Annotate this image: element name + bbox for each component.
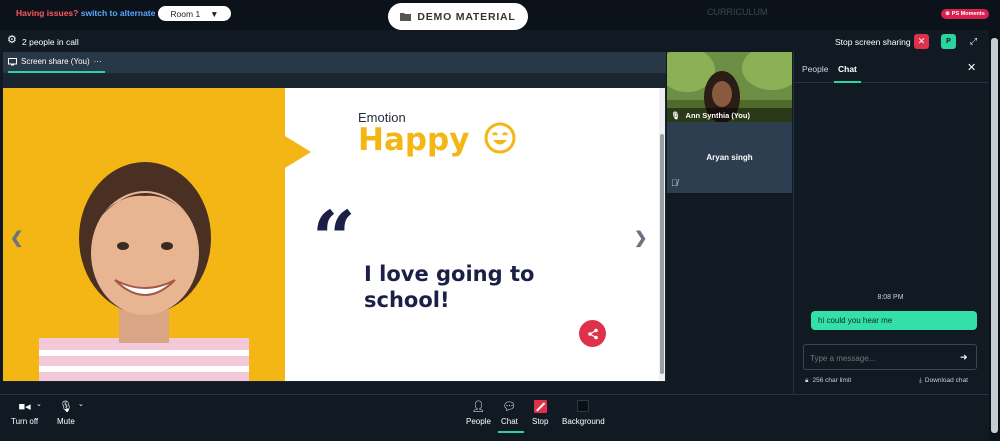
issues-text: Having issues?	[16, 8, 79, 18]
screen-icon	[8, 57, 17, 65]
background-icon	[577, 400, 590, 412]
chat-button[interactable]: 💬︎ Chat	[501, 400, 518, 426]
participant-label-self: 🎙 Ann Synthia (You)	[667, 108, 792, 122]
download-icon: ⤓	[919, 377, 922, 384]
camera-toggle-label: Turn off	[11, 417, 39, 426]
download-chat-button[interactable]: ⤓ Download chat	[919, 377, 968, 385]
camera-options-chevron-icon[interactable]: ⌄	[36, 400, 42, 408]
screen-share-tabbar: Screen share (You) ···	[3, 52, 666, 73]
share-icon	[587, 328, 598, 339]
chat-message: hi could you hear me	[811, 311, 977, 330]
stop-share-button[interactable]: Stop	[532, 400, 548, 426]
previous-slide-icon[interactable]: ❮	[10, 228, 23, 248]
room-select-value: Room 1	[170, 8, 201, 19]
folder-icon	[400, 13, 412, 21]
participants-column	[667, 193, 792, 382]
quote-text: I love going to school!	[364, 262, 535, 312]
chat-active-indicator	[498, 431, 524, 433]
camera-toggle-button[interactable]: ■◂ Turn off	[11, 400, 38, 426]
close-icon[interactable]: ✕	[967, 61, 976, 74]
ps-moments-label: PS Moments	[951, 11, 985, 17]
participant-badge[interactable]: P	[941, 34, 956, 49]
chat-bubble-icon: 💬︎	[502, 401, 517, 413]
gear-icon[interactable]: ⚙	[7, 35, 18, 46]
controls-bar	[0, 394, 989, 441]
stop-share-icon	[533, 400, 547, 413]
lock-icon: 🔒︎	[805, 377, 809, 384]
message-input[interactable]	[810, 351, 950, 365]
plus-icon: ⊕	[945, 11, 950, 17]
close-icon: ✕	[917, 36, 926, 46]
tab-people[interactable]: People	[802, 64, 828, 74]
background-label: Background	[562, 417, 605, 426]
curriculum-label: CURRICULUM	[707, 7, 768, 17]
person-icon: 👤︎	[471, 401, 486, 413]
demo-material-button[interactable]: DEMO MATERIAL	[388, 3, 528, 30]
tab-chat[interactable]: Chat	[838, 64, 857, 74]
background-button[interactable]: Background	[562, 400, 605, 426]
participant-name-self: Ann Synthia (You)	[685, 110, 750, 120]
mute-label: Mute	[57, 417, 75, 426]
next-slide-icon[interactable]: ❯	[634, 228, 647, 248]
slide-photo-panel	[3, 88, 285, 381]
tab-chat-underline	[834, 81, 861, 83]
demo-material-label: DEMO MATERIAL	[417, 10, 516, 23]
chat-side-panel	[793, 52, 988, 394]
char-limit: 🔒︎ 256 char limit	[805, 377, 851, 385]
stop-sharing-button[interactable]: ✕	[914, 34, 929, 49]
microphone-icon: 🎙	[58, 401, 73, 413]
message-box[interactable]	[803, 344, 977, 370]
mute-button[interactable]: 🎙 Mute	[57, 400, 75, 426]
child-photo	[39, 162, 249, 381]
room-select[interactable]: Room 1 ▼	[158, 6, 231, 21]
quote-mark: “	[312, 194, 356, 283]
screen-share-tab-label: Screen share (You)	[21, 57, 90, 66]
issues-notice: Having issues? switch to alternate room	[16, 8, 179, 18]
participant-tile-aryan: Aryan singh 🎙̸	[667, 122, 792, 193]
smiley-icon	[484, 122, 516, 154]
mic-icon: 🎙	[671, 110, 681, 120]
char-limit-text: 256 char limit	[812, 377, 852, 384]
expand-icon[interactable]: ⤢	[966, 34, 981, 49]
page-scroll-thumb[interactable]	[991, 38, 998, 433]
download-chat-label: Download chat	[924, 377, 968, 384]
more-icon[interactable]: ···	[94, 57, 102, 66]
people-count: 2 people in call	[22, 37, 79, 47]
caret-down-icon: ▼	[210, 8, 219, 19]
people-button[interactable]: 👤︎ People	[466, 400, 491, 426]
send-icon[interactable]: ➜	[960, 352, 968, 363]
slide-pointer	[285, 136, 311, 168]
message-timestamp: 8:08 PM	[877, 294, 904, 301]
slide-scroll-thumb[interactable]	[660, 134, 664, 374]
video-camera-icon: ■◂	[18, 401, 31, 413]
emotion-value: Happy	[358, 122, 516, 158]
ps-moments-button[interactable]: ⊕ PS Moments	[941, 9, 989, 19]
chat-label: Chat	[501, 417, 518, 426]
shared-slide: Emotion Happy “ I love going to school!	[3, 88, 660, 381]
screen-share-tab[interactable]: Screen share (You) ···	[8, 57, 102, 66]
side-tabs: People Chat	[793, 52, 988, 83]
mic-off-icon: 🎙̸	[671, 178, 678, 188]
stop-label: Stop	[532, 417, 549, 426]
share-button[interactable]	[579, 320, 606, 347]
participant-name-aryan: Aryan singh	[706, 153, 753, 162]
page-scrollbar[interactable]	[989, 30, 1000, 441]
mic-options-chevron-icon[interactable]: ⌄	[78, 400, 84, 408]
people-label: People	[466, 417, 491, 426]
stop-sharing-label: Stop screen sharing	[835, 37, 911, 47]
emotion-word: Happy	[358, 122, 470, 158]
